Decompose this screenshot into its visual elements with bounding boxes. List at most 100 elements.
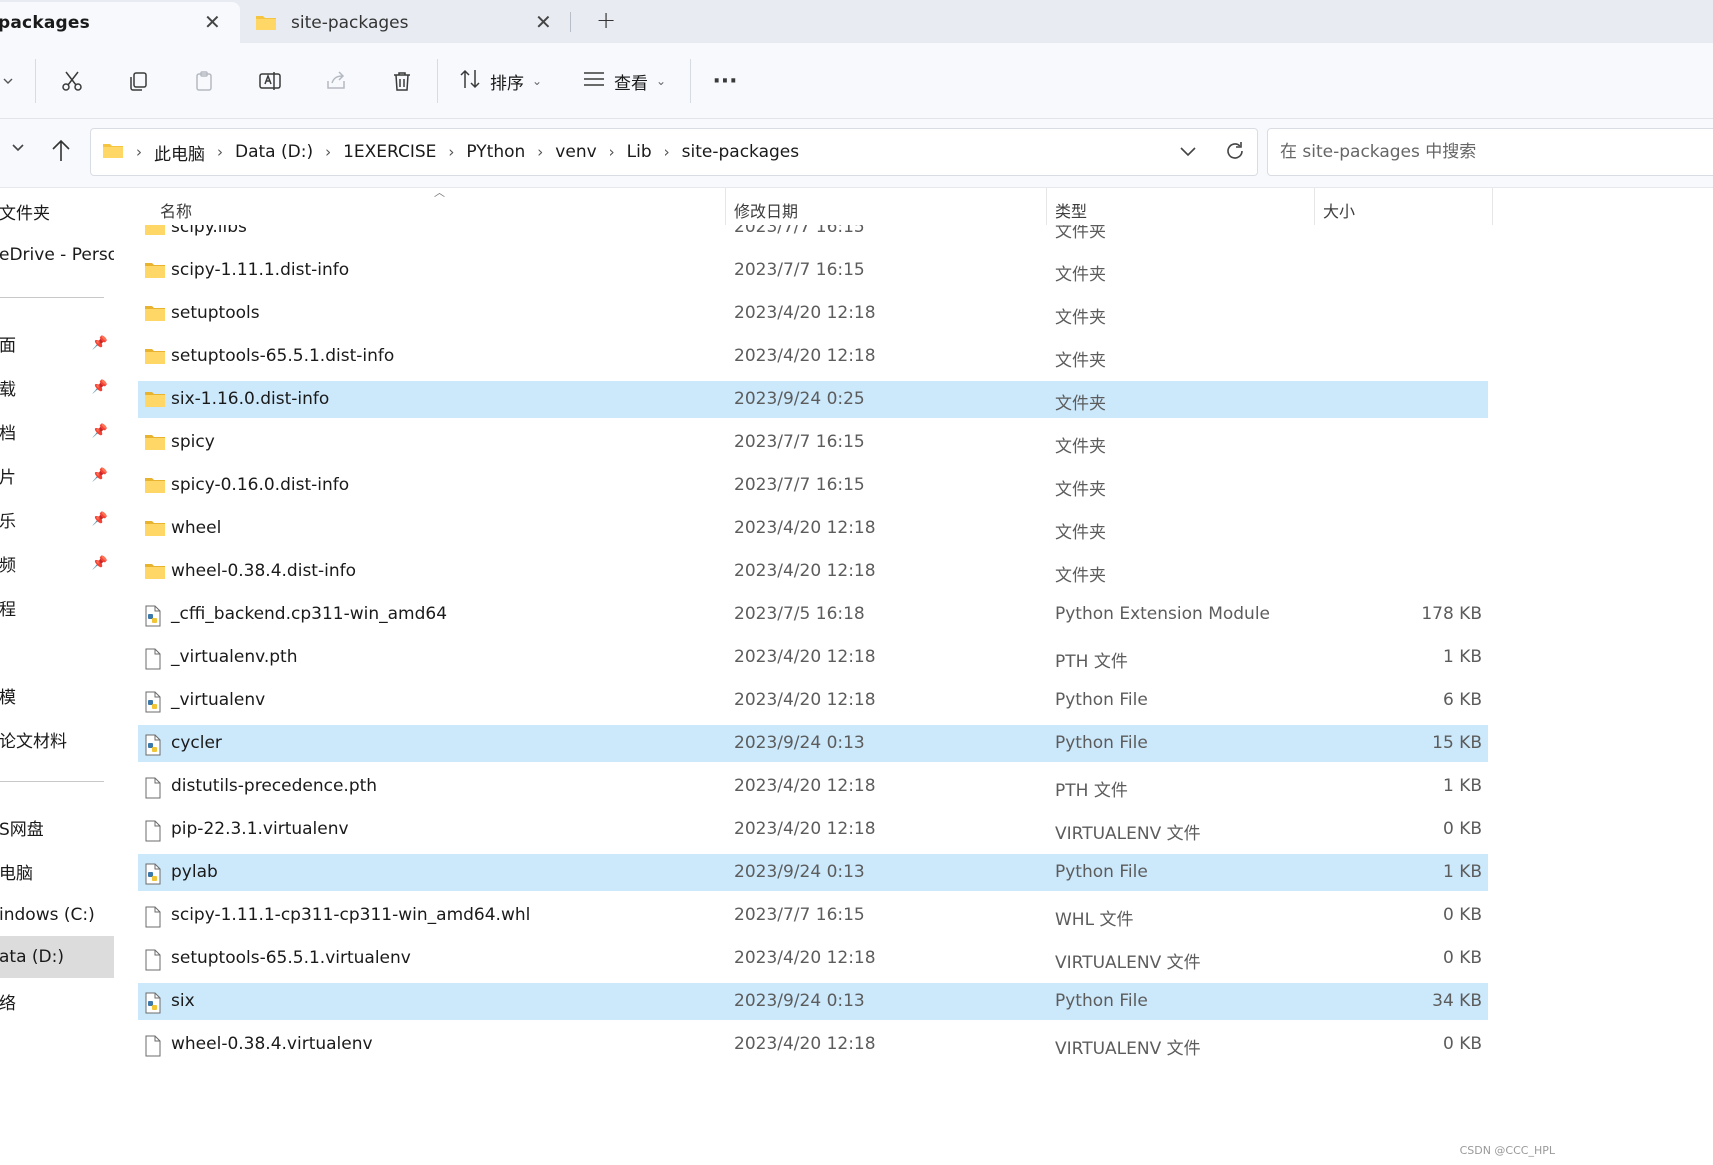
recent-locations-chevron-icon[interactable]: [10, 139, 26, 159]
view-button[interactable]: 查看 ⌄: [582, 63, 666, 99]
file-row[interactable]: _virtualenv.pth 2023/4/20 12:18 PTH 文件 1 KB: [138, 639, 1488, 676]
sidebar-item[interactable]: 模: [0, 674, 114, 716]
file-row[interactable]: spicy 2023/7/7 16:15 文件夹: [138, 424, 1488, 461]
sidebar-item[interactable]: 文件夹: [0, 190, 114, 232]
file-row[interactable]: cycler 2023/9/24 0:13 Python File 15 KB: [138, 725, 1488, 762]
chevron-right-icon[interactable]: ›: [609, 143, 615, 161]
sidebar-item-documents[interactable]: 档 📌: [0, 410, 114, 452]
file-row[interactable]: wheel-0.38.4.virtualenv 2023/4/20 12:18 VI…: [138, 1026, 1488, 1063]
file-row[interactable]: _cffi_backend.cp311-win_amd64 2023/7/5 16…: [138, 596, 1488, 633]
rename-icon[interactable]: [254, 63, 286, 99]
file-type: VIRTUALENV 文件: [1055, 953, 1201, 973]
cut-icon[interactable]: [56, 63, 88, 99]
chevron-right-icon[interactable]: ›: [537, 143, 543, 161]
file-type: 文件夹: [1055, 394, 1106, 414]
sidebar-item-label: 档: [0, 423, 16, 444]
sidebar-item[interactable]: 论文材料: [0, 718, 114, 760]
paste-icon[interactable]: [188, 63, 220, 99]
pin-icon: 📌: [91, 335, 108, 351]
column-header-type[interactable]: 类型: [1055, 198, 1087, 222]
sidebar-item[interactable]: 程: [0, 586, 114, 628]
sidebar-item-netdisk[interactable]: S网盘: [0, 806, 114, 848]
file-type: Python File: [1055, 991, 1148, 1011]
sidebar-item-videos[interactable]: 频 📌: [0, 542, 114, 584]
file-name: distutils-precedence.pth: [171, 776, 378, 796]
sidebar-item-label: 乐: [0, 511, 16, 532]
file-row[interactable]: six 2023/9/24 0:13 Python File 34 KB: [138, 983, 1488, 1020]
file-date: 2023/9/24 0:13: [734, 733, 865, 753]
sidebar-item-downloads[interactable]: 载 📌: [0, 366, 114, 408]
more-options-icon[interactable]: ···: [708, 63, 742, 99]
sort-button[interactable]: 排序 ⌄: [458, 63, 542, 99]
tab-active[interactable]: packages ✕: [0, 2, 240, 43]
tab-close-icon[interactable]: ✕: [204, 10, 221, 34]
tab-close-icon[interactable]: ✕: [535, 10, 552, 34]
search-input[interactable]: [1278, 141, 1702, 163]
sidebar-item-music[interactable]: 乐 📌: [0, 498, 114, 540]
file-row[interactable]: scipy-1.11.1-cp311-cp311-win_amd64.whl 20…: [138, 897, 1488, 934]
breadcrumb-item[interactable]: 1EXERCISE: [343, 142, 436, 162]
column-header-date[interactable]: 修改日期: [734, 198, 798, 222]
command-bar: 排序 ⌄ 查看 ⌄ ···: [0, 43, 1713, 119]
sidebar-item-drive-d[interactable]: ata (D:): [0, 936, 114, 978]
file-size: 1 KB: [1442, 776, 1482, 796]
column-header-name[interactable]: 名称: [160, 198, 192, 222]
delete-icon[interactable]: [386, 63, 418, 99]
sidebar-item-desktop[interactable]: 面 📌: [0, 322, 114, 364]
new-tab-icon[interactable]: +: [596, 6, 616, 34]
column-resize-handle[interactable]: [1046, 188, 1047, 225]
folder-icon: [144, 304, 165, 324]
sidebar-item-label: ata (D:): [0, 947, 64, 967]
sidebar-divider: [0, 297, 104, 298]
copy-icon[interactable]: [122, 63, 154, 99]
column-resize-handle[interactable]: [725, 188, 726, 225]
tab-inactive[interactable]: site-packages ✕: [243, 2, 563, 43]
file-row[interactable]: setuptools 2023/4/20 12:18 文件夹: [138, 295, 1488, 332]
chevron-right-icon[interactable]: ›: [448, 143, 454, 161]
breadcrumb-item[interactable]: venv: [555, 142, 596, 162]
file-row[interactable]: six-1.16.0.dist-info 2023/9/24 0:25 文件夹: [138, 381, 1488, 418]
column-resize-handle[interactable]: [1314, 188, 1315, 225]
sidebar-item[interactable]: [0, 630, 114, 672]
up-arrow-icon[interactable]: [50, 139, 72, 167]
breadcrumb-item[interactable]: Data (D:): [235, 142, 313, 162]
file-row[interactable]: setuptools-65.5.1.virtualenv 2023/4/20 12…: [138, 940, 1488, 977]
folder-icon: [144, 390, 165, 410]
column-header-size[interactable]: 大小: [1323, 198, 1355, 222]
file-row[interactable]: wheel-0.38.4.dist-info 2023/4/20 12:18 文件夹: [138, 553, 1488, 590]
column-resize-handle[interactable]: [1492, 188, 1493, 225]
share-icon[interactable]: [320, 63, 352, 99]
blank-file-icon: [144, 777, 164, 799]
new-dropdown-chevron-icon[interactable]: [0, 63, 16, 99]
chevron-right-icon[interactable]: ›: [325, 143, 331, 161]
address-history-chevron-icon[interactable]: [1179, 143, 1197, 163]
file-row[interactable]: spicy-0.16.0.dist-info 2023/7/7 16:15 文件夹: [138, 467, 1488, 504]
file-row[interactable]: pylab 2023/9/24 0:13 Python File 1 KB: [138, 854, 1488, 891]
sidebar-item-label: 论文材料: [0, 731, 67, 752]
file-row[interactable]: setuptools-65.5.1.dist-info 2023/4/20 12:…: [138, 338, 1488, 375]
sidebar-item-drive-c[interactable]: indows (C:): [0, 894, 114, 936]
file-row[interactable]: wheel 2023/4/20 12:18 文件夹: [138, 510, 1488, 547]
breadcrumb-item[interactable]: site-packages: [682, 142, 799, 162]
file-name: wheel-0.38.4.virtualenv: [171, 1034, 373, 1054]
file-name: _cffi_backend.cp311-win_amd64: [171, 604, 448, 624]
file-row[interactable]: pip-22.3.1.virtualenv 2023/4/20 12:18 VIRT…: [138, 811, 1488, 848]
address-bar[interactable]: › 此电脑 › Data (D:) › 1EXERCISE › PYthon ›…: [90, 128, 1258, 176]
breadcrumb-item[interactable]: Lib: [627, 142, 652, 162]
breadcrumb-item[interactable]: PYthon: [466, 142, 525, 162]
sidebar-item-onedrive[interactable]: eDrive - Persor: [0, 234, 114, 276]
refresh-icon[interactable]: [1224, 140, 1246, 166]
blank-file-icon: [144, 906, 164, 928]
chevron-right-icon[interactable]: ›: [664, 143, 670, 161]
sidebar-item-network[interactable]: 络: [0, 980, 114, 1022]
file-row[interactable]: _virtualenv 2023/4/20 12:18 Python File 6 K…: [138, 682, 1488, 719]
chevron-right-icon[interactable]: ›: [217, 143, 223, 161]
file-row[interactable]: distutils-precedence.pth 2023/4/20 12:18 P…: [138, 768, 1488, 805]
python-file-icon: [144, 992, 164, 1014]
search-box[interactable]: [1267, 128, 1713, 176]
sidebar-item-this-pc[interactable]: 电脑: [0, 850, 114, 892]
file-row[interactable]: scipy-1.11.1.dist-info 2023/7/7 16:15 文件夹: [138, 252, 1488, 289]
breadcrumb-item[interactable]: 此电脑: [154, 140, 205, 165]
sidebar-item-pictures[interactable]: 片 📌: [0, 454, 114, 496]
sidebar-item-label: 络: [0, 993, 16, 1014]
